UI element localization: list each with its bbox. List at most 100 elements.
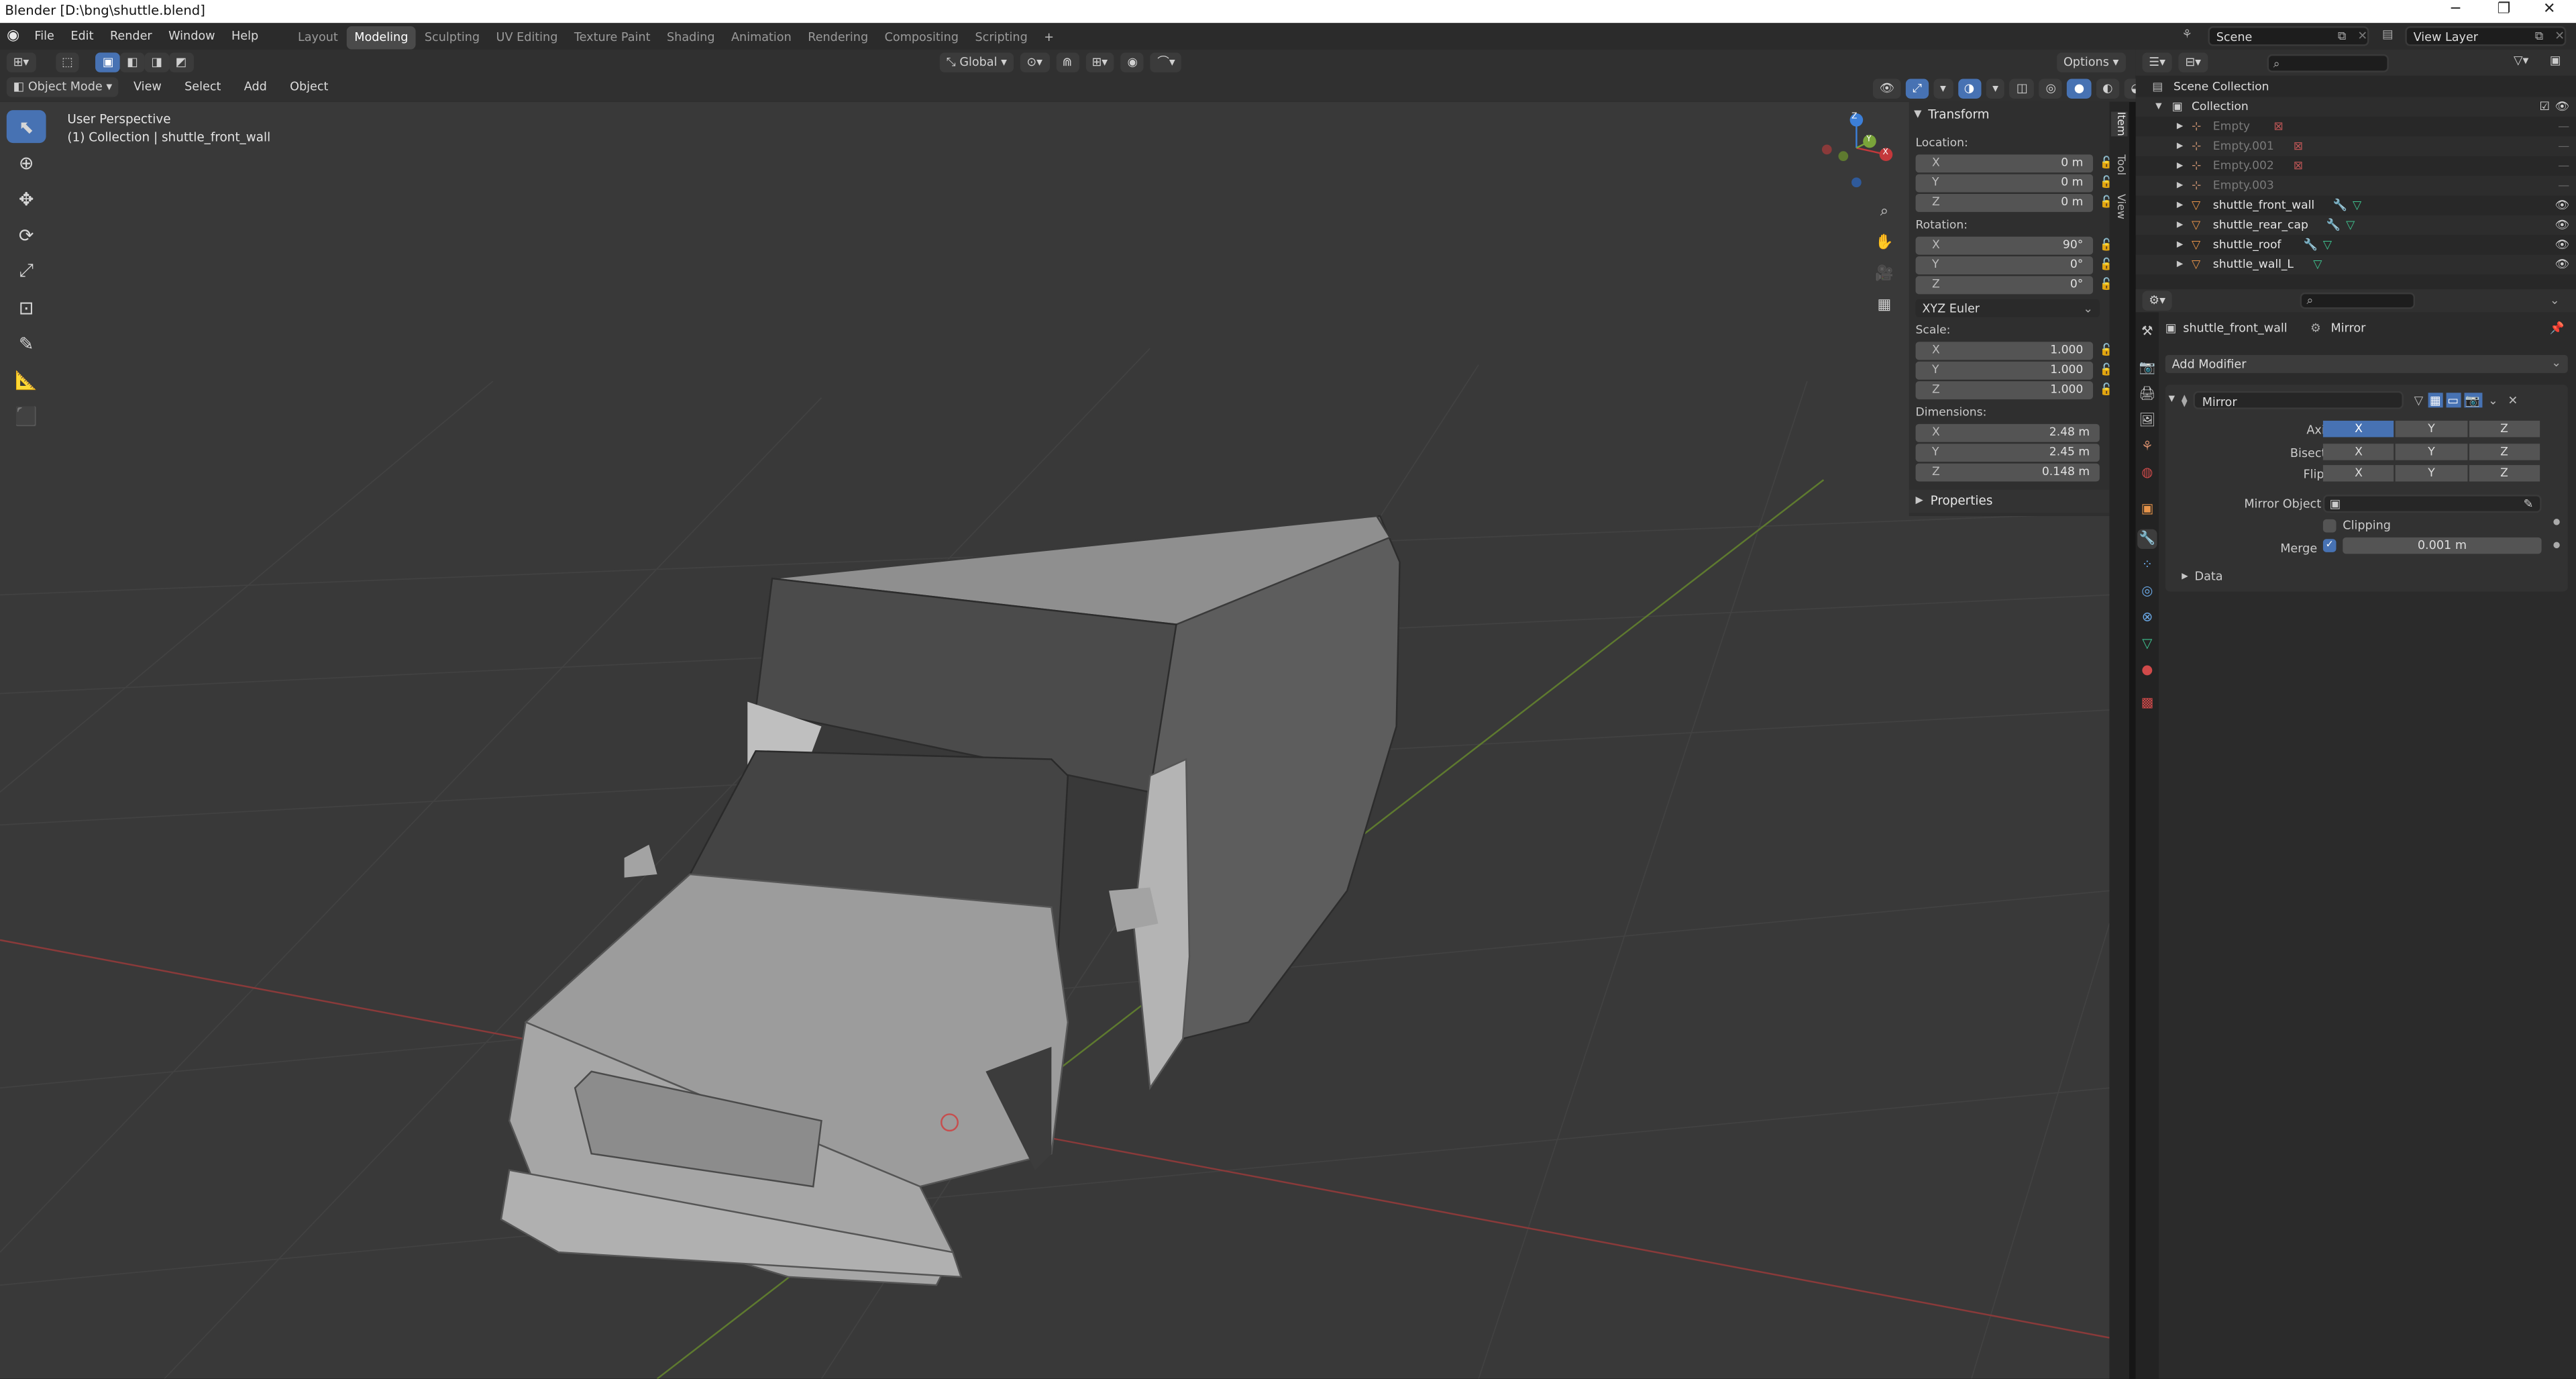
eye-closed-icon[interactable]: —: [2558, 176, 2569, 195]
outliner-item-empty-003[interactable]: ▶ ⊹ Empty.003 —: [2135, 176, 2576, 196]
axis-x-toggle[interactable]: X: [2322, 420, 2394, 438]
copy-icon[interactable]: ⧉: [2338, 28, 2347, 44]
measure-tool-icon[interactable]: 📐: [7, 363, 46, 396]
select-mode-subtract-icon[interactable]: ◨: [144, 52, 169, 72]
camera-icon[interactable]: 🎥: [1873, 260, 1896, 291]
scale-tool-icon[interactable]: ⤢: [7, 255, 46, 288]
keyframe-dot-icon[interactable]: ●: [2553, 517, 2561, 527]
scale-x-field[interactable]: X 1.000: [1915, 342, 2094, 360]
outliner-item-empty-001[interactable]: ▶ ⊹ Empty.001 ⊠ —: [2135, 136, 2576, 156]
outliner-item-empty[interactable]: ▶ ⊹ Empty ⊠ —: [2136, 117, 2576, 136]
shuttle-model[interactable]: [500, 515, 1401, 1286]
falloff-icon[interactable]: ⌒▾: [1150, 52, 1182, 72]
modifier-name-input[interactable]: Mirror: [2194, 390, 2404, 409]
rotation-z-field[interactable]: Z 0°: [1915, 276, 2094, 295]
display-mode-icon[interactable]: ⊟▾: [2178, 52, 2208, 72]
pin-icon[interactable]: 📌: [2550, 321, 2565, 336]
data-subpanel-header[interactable]: ▶ Data: [2182, 568, 2222, 583]
close-icon[interactable]: ✕: [2555, 28, 2565, 43]
select-mode-new-icon[interactable]: ▣: [96, 52, 121, 72]
outliner-item-shuttle-front-wall[interactable]: ▶ ▽ shuttle_front_wall 🔧 ▽ 👁: [2136, 195, 2576, 215]
location-z-field[interactable]: Z 0 m: [1915, 193, 2094, 212]
menu-render[interactable]: Render: [102, 23, 160, 49]
tab-scripting[interactable]: Scripting: [967, 25, 1036, 48]
dimension-z-field[interactable]: Z 0.148 m: [1915, 463, 2100, 482]
copy-icon[interactable]: ⧉: [2535, 28, 2544, 44]
mode-dropdown[interactable]: ◧ Object Mode ▾: [6, 77, 119, 97]
tab-modeling[interactable]: Modeling: [346, 25, 417, 49]
bisect-z-toggle[interactable]: Z: [2469, 444, 2540, 460]
merge-checkbox[interactable]: ✓: [2322, 539, 2337, 552]
properties-panel-header[interactable]: ▶ Properties: [1909, 489, 2110, 513]
eyedropper-icon[interactable]: ✎: [2524, 497, 2534, 511]
editor-type-icon[interactable]: ⊞▾: [6, 52, 36, 72]
tab-item[interactable]: Item: [2110, 111, 2128, 136]
gizmo-icon[interactable]: ⤢: [1906, 79, 1929, 99]
menu-view[interactable]: View: [125, 76, 170, 99]
grid-toggle-icon[interactable]: ▦: [1873, 291, 1896, 322]
gizmo-dropdown-icon[interactable]: ▾: [1933, 79, 1953, 99]
rotation-y-field[interactable]: Y 0°: [1915, 256, 2094, 274]
rotation-x-field[interactable]: X 90°: [1915, 236, 2094, 255]
tab-texture-paint[interactable]: Texture Paint: [566, 25, 659, 48]
chevron-down-icon[interactable]: ⌄: [2488, 392, 2498, 407]
view-layer-selector[interactable]: View Layer ⧉ ✕: [2405, 26, 2567, 46]
bisect-x-toggle[interactable]: X: [2322, 444, 2394, 460]
eye-closed-icon[interactable]: —: [2558, 156, 2569, 176]
render-tab-icon[interactable]: 📷: [2137, 358, 2157, 378]
new-collection-icon[interactable]: ▣: [2550, 52, 2561, 67]
menu-select[interactable]: Select: [176, 76, 229, 99]
modifier-tab-icon[interactable]: 🔧: [2137, 529, 2157, 549]
rotate-tool-icon[interactable]: ⟳: [7, 219, 46, 252]
snap-icon[interactable]: ⋒: [1055, 52, 1079, 72]
flip-y-toggle[interactable]: Y: [2396, 465, 2467, 482]
navigation-gizmo[interactable]: Z X Y: [1820, 112, 1899, 191]
dimension-y-field[interactable]: Y 2.45 m: [1915, 444, 2100, 462]
blender-logo-icon[interactable]: ◉: [0, 28, 26, 44]
output-tab-icon[interactable]: 🖨: [2137, 385, 2157, 404]
mirror-object-field[interactable]: ▣ ✎: [2322, 495, 2542, 513]
data-tab-icon[interactable]: ▽: [2137, 634, 2157, 654]
menu-help[interactable]: Help: [223, 23, 267, 49]
tab-compositing[interactable]: Compositing: [876, 25, 967, 48]
select-mode-extend-icon[interactable]: ◧: [120, 52, 145, 72]
proportional-edit-icon[interactable]: ◉: [1120, 52, 1144, 72]
material-shading-icon[interactable]: ◐: [2096, 79, 2120, 99]
outliner-item-shuttle-roof[interactable]: ▶ ▽ shuttle_roof 🔧 ▽ 👁: [2136, 235, 2576, 254]
visibility-icon[interactable]: 👁▾: [1872, 79, 1901, 115]
options-dropdown[interactable]: Options ▾: [2057, 52, 2126, 72]
outliner-item-shuttle-wall-l[interactable]: ▶ ▽ shuttle_wall_L ▽ 👁: [2135, 254, 2576, 274]
eye-closed-icon[interactable]: —: [2558, 117, 2569, 136]
tab-shading[interactable]: Shading: [659, 25, 723, 48]
axis-y-toggle[interactable]: Y: [2396, 420, 2467, 438]
tab-animation[interactable]: Animation: [723, 25, 800, 48]
add-cube-tool-icon[interactable]: ⬛: [7, 399, 46, 432]
physics-tab-icon[interactable]: ◎: [2137, 582, 2157, 601]
menu-file[interactable]: File: [26, 23, 62, 49]
on-cage-icon[interactable]: ▽: [2414, 392, 2424, 407]
editmode-icon[interactable]: ▦: [2428, 392, 2443, 407]
xray-icon[interactable]: ◫: [2010, 79, 2035, 99]
close-icon[interactable]: ✕: [2357, 28, 2367, 43]
eye-icon[interactable]: 👁: [2555, 97, 2569, 116]
keyframe-dot-icon[interactable]: ●: [2553, 541, 2561, 551]
close-icon[interactable]: ✕: [2543, 1, 2555, 17]
collapse-icon[interactable]: ▼: [2169, 395, 2175, 405]
filter-icon[interactable]: ▽▾: [2514, 52, 2528, 67]
transform-tool-icon[interactable]: ⊡: [7, 291, 46, 323]
outliner-item-shuttle-rear-cap[interactable]: ▶ ▽ shuttle_rear_cap 🔧 ▽ 👁: [2135, 215, 2576, 236]
tool-tab-icon[interactable]: ⚒: [2137, 322, 2157, 342]
bisect-y-toggle[interactable]: Y: [2396, 444, 2467, 460]
select-tool-icon[interactable]: ⬚: [55, 52, 80, 72]
select-mode-intersect-icon[interactable]: ◩: [168, 52, 194, 72]
constraints-tab-icon[interactable]: ⊗: [2137, 608, 2157, 627]
menu-edit[interactable]: Edit: [62, 23, 102, 49]
select-box-tool-icon[interactable]: ⬉: [6, 110, 46, 144]
particles-tab-icon[interactable]: ⁘: [2137, 556, 2157, 575]
texture-tab-icon[interactable]: ▩: [2137, 693, 2157, 713]
add-workspace-icon[interactable]: +: [1036, 25, 1062, 48]
outliner-scene-collection[interactable]: ▤ Scene Collection: [2136, 77, 2576, 97]
tab-tool[interactable]: Tool: [2111, 154, 2128, 175]
tab-uv-editing[interactable]: UV Editing: [488, 25, 566, 48]
tab-layout[interactable]: Layout: [290, 25, 346, 48]
